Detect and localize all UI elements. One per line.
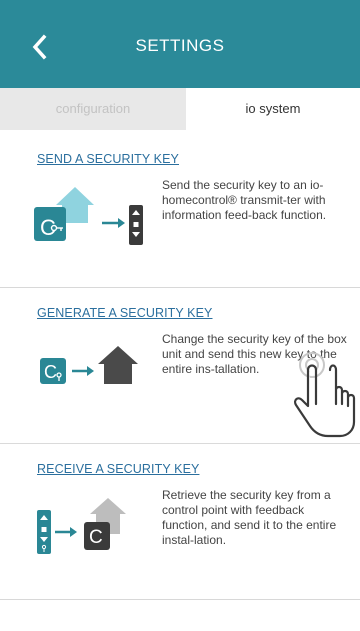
remote-control-icon (37, 510, 51, 554)
svg-text:C: C (44, 362, 57, 382)
tab-configuration[interactable]: configuration (0, 88, 186, 130)
send-security-key-section[interactable]: SEND A SECURITY KEY C Send the security … (0, 130, 360, 288)
arrow-right-icon (72, 366, 94, 376)
tap-gesture-hand-icon (290, 350, 360, 440)
svg-text:C: C (40, 215, 56, 240)
tab-io-system[interactable]: io system (186, 88, 360, 130)
app-header: SETTINGS (0, 0, 360, 88)
remote-control-icon (129, 205, 143, 245)
generate-key-illustration: C (32, 340, 152, 405)
house-dark-icon (98, 346, 138, 384)
receive-security-key-description: Retrieve the security key from a control… (162, 488, 337, 547)
tab-bar: configuration io system (0, 88, 360, 130)
box-unit-icon: C (40, 358, 66, 384)
arrow-right-icon (55, 527, 77, 537)
send-key-illustration: C (32, 185, 152, 260)
box-unit-icon: C (34, 207, 66, 241)
arrow-right-icon (102, 218, 125, 228)
send-security-key-description: Send the security key to an io-homecontr… (162, 178, 327, 222)
generate-security-key-link[interactable]: GENERATE A SECURITY KEY (37, 306, 213, 320)
receive-security-key-section[interactable]: RECEIVE A SECURITY KEY C Retrieve the se… (0, 444, 360, 600)
receive-security-key-link[interactable]: RECEIVE A SECURITY KEY (37, 462, 199, 476)
page-title: SETTINGS (135, 36, 225, 55)
box-unit-icon: C (84, 522, 110, 550)
send-security-key-link[interactable]: SEND A SECURITY KEY (37, 152, 179, 166)
receive-key-illustration: C (32, 494, 152, 569)
svg-text:C: C (89, 527, 103, 548)
